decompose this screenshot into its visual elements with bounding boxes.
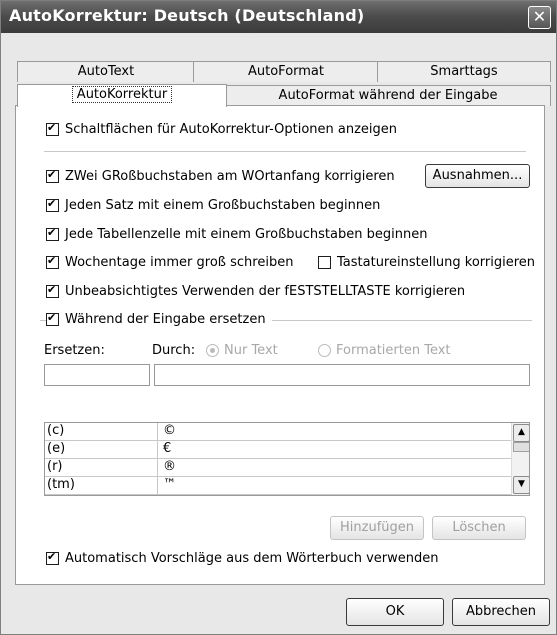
checkbox-table-cell-cap[interactable]	[46, 226, 59, 241]
radio-formatted-text[interactable]	[318, 344, 331, 357]
autokorrektur-panel: Schaltflächen für AutoKorrektur-Optionen…	[15, 105, 545, 585]
show-autocorrect-buttons-checkbox[interactable]: Schaltflächen für AutoKorrektur-Optionen…	[46, 121, 397, 137]
replace-while-typing-checkbox[interactable]: Während der Eingabe ersetzen	[46, 311, 272, 327]
with-label: Durch:	[152, 343, 196, 358]
autocorrect-dialog: AutoKorrektur: Deutsch (Deutschland) ✕ A…	[0, 0, 557, 635]
delete-button[interactable]: Löschen	[432, 516, 526, 540]
list-item[interactable]: (r) ®	[45, 459, 525, 477]
radio-plain-text[interactable]	[206, 344, 219, 357]
checkbox-capslock[interactable]	[46, 283, 59, 298]
window-title: AutoKorrektur: Deutsch (Deutschland)	[9, 6, 365, 25]
plain-text-radio[interactable]: Nur Text	[206, 343, 278, 358]
checkbox-weekdays[interactable]	[46, 254, 59, 269]
formatted-text-radio[interactable]: Formatierten Text	[318, 343, 451, 358]
checkbox-sentence-cap[interactable]	[46, 197, 59, 212]
table-cell-cap-checkbox[interactable]: Jede Tabellenzelle mit einem Großbuchsta…	[46, 226, 427, 242]
tab-autoformat-while-typing[interactable]: AutoFormat während der Eingabe	[225, 85, 551, 106]
list-item[interactable]: (e) €	[45, 441, 525, 459]
tab-autokorrektur[interactable]: AutoKorrektur	[17, 84, 227, 107]
tab-autoformat[interactable]: AutoFormat	[193, 61, 379, 82]
checkbox-show-buttons[interactable]	[46, 121, 59, 136]
list-item[interactable]: (tm) ™	[45, 477, 525, 495]
separator	[44, 151, 526, 152]
add-button[interactable]: Hinzufügen	[330, 516, 424, 540]
cancel-button[interactable]: Abbrechen	[452, 598, 550, 626]
replace-label: Ersetzen:	[44, 343, 105, 358]
checkbox-auto-suggest[interactable]	[46, 550, 59, 565]
tab-smarttags[interactable]: Smarttags	[377, 61, 551, 82]
with-input[interactable]	[154, 364, 530, 386]
replace-input[interactable]	[44, 364, 150, 386]
exceptions-button[interactable]: Ausnahmen...	[425, 164, 530, 188]
checkbox-keyboard-fix[interactable]	[318, 256, 331, 269]
vertical-scrollbar[interactable]: ▲ ▼	[511, 423, 529, 495]
capslock-fix-checkbox[interactable]: Unbeabsichtigtes Verwenden der fESTSTELL…	[46, 283, 465, 299]
two-caps-checkbox[interactable]: ZWei GRoßbuchstaben am WOrtanfang korrig…	[46, 168, 395, 184]
close-button[interactable]: ✕	[528, 6, 551, 29]
auto-suggest-checkbox[interactable]: Automatisch Vorschläge aus dem Wörterbuc…	[46, 550, 439, 566]
list-item[interactable]: (c) ©	[45, 423, 525, 441]
tab-autokorrektur-label: AutoKorrektur	[71, 86, 173, 103]
sentence-cap-checkbox[interactable]: Jeden Satz mit einem Großbuchstaben begi…	[46, 197, 380, 213]
tab-autotext[interactable]: AutoText	[17, 61, 195, 82]
scroll-up-arrow-icon[interactable]: ▲	[513, 424, 529, 442]
scroll-down-arrow-icon[interactable]: ▼	[513, 476, 529, 494]
checkbox-replace-while-typing[interactable]	[46, 311, 59, 326]
checkbox-two-caps[interactable]	[46, 168, 59, 183]
weekdays-cap-checkbox[interactable]: Wochentage immer groß schreiben	[46, 254, 293, 270]
ok-button[interactable]: OK	[346, 598, 444, 626]
autocorrect-entries-list[interactable]: (c) © (e) € (r) ® (tm) ™ ▲ ▼	[44, 422, 530, 496]
title-bar: AutoKorrektur: Deutsch (Deutschland) ✕	[1, 1, 556, 33]
keyboard-fix-checkbox[interactable]: Tastatureinstellung korrigieren	[318, 255, 535, 270]
scroll-thumb[interactable]	[513, 442, 529, 452]
